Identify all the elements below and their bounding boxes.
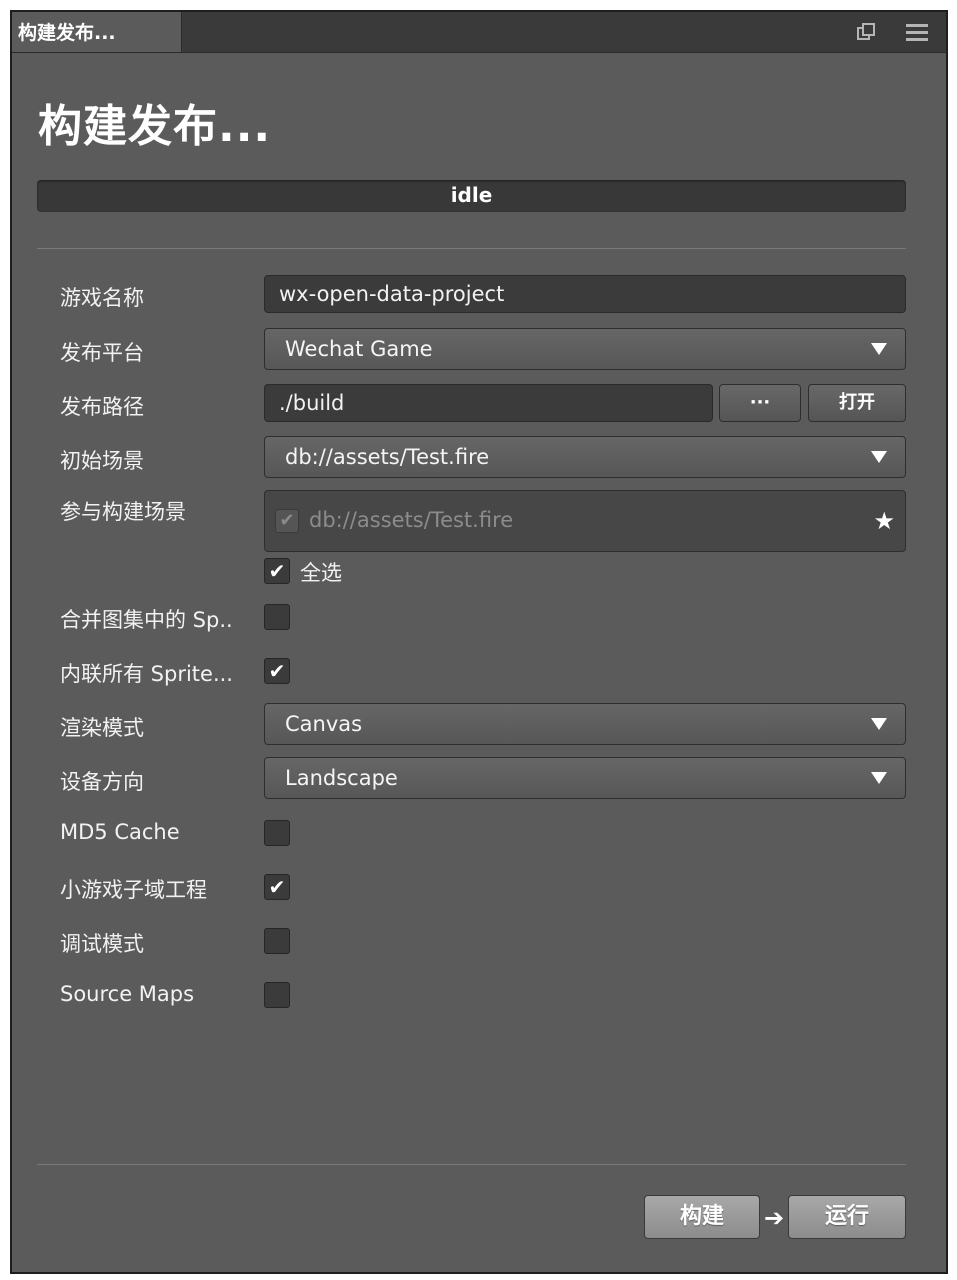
- chevron-down-icon: [871, 343, 887, 355]
- tab-bar: 构建发布...: [12, 12, 946, 53]
- platform-value: Wechat Game: [285, 337, 433, 361]
- render-mode-select[interactable]: Canvas: [264, 703, 906, 745]
- scene-checkbox[interactable]: ✔: [275, 509, 299, 533]
- merge-sprites-checkbox[interactable]: [264, 604, 290, 630]
- chevron-down-icon: [871, 772, 887, 784]
- orientation-select[interactable]: Landscape: [264, 757, 906, 799]
- page-title: 构建发布...: [38, 101, 272, 152]
- subdomain-label: 小游戏子域工程: [60, 878, 207, 902]
- scene-item: db://assets/Test.fire: [309, 508, 514, 532]
- build-panel: 构建发布... 构建发布... idle 游戏名称 wx-open-data-p…: [10, 10, 948, 1274]
- inline-sprites-label: 内联所有 Sprite...: [60, 662, 233, 686]
- browse-button[interactable]: ···: [719, 384, 801, 422]
- md5-cache-label: MD5 Cache: [60, 820, 180, 844]
- arrow-right-icon: ➔: [764, 1204, 785, 1232]
- game-name-input[interactable]: wx-open-data-project: [264, 275, 906, 313]
- popout-window-icon[interactable]: [856, 22, 876, 42]
- open-folder-button[interactable]: 打开: [808, 384, 906, 422]
- start-scene-value: db://assets/Test.fire: [285, 445, 490, 469]
- scenes-label: 参与构建场景: [60, 500, 186, 524]
- inline-sprites-checkbox[interactable]: ✔: [264, 658, 290, 684]
- chevron-down-icon: [871, 718, 887, 730]
- divider: [37, 1164, 906, 1165]
- build-path-input[interactable]: ./build: [264, 384, 713, 422]
- source-maps-checkbox[interactable]: [264, 982, 290, 1008]
- game-name-label: 游戏名称: [60, 286, 144, 310]
- merge-sprites-label: 合并图集中的 Sp..: [60, 608, 233, 632]
- run-button[interactable]: 运行: [788, 1195, 906, 1239]
- subdomain-checkbox[interactable]: ✔: [264, 874, 290, 900]
- divider: [37, 248, 906, 249]
- select-all-label: 全选: [300, 561, 342, 585]
- star-icon[interactable]: ★: [873, 509, 895, 533]
- select-all-checkbox[interactable]: ✔: [264, 558, 290, 584]
- source-maps-label: Source Maps: [60, 982, 195, 1006]
- tab-build-publish[interactable]: 构建发布...: [12, 12, 182, 52]
- render-mode-value: Canvas: [285, 712, 363, 736]
- debug-label: 调试模式: [60, 932, 144, 956]
- status-bar: idle: [37, 180, 906, 212]
- build-button[interactable]: 构建: [644, 1195, 760, 1239]
- platform-label: 发布平台: [60, 341, 144, 365]
- debug-checkbox[interactable]: [264, 928, 290, 954]
- start-scene-select[interactable]: db://assets/Test.fire: [264, 436, 906, 478]
- chevron-down-icon: [871, 451, 887, 463]
- build-path-label: 发布路径: [60, 395, 144, 419]
- start-scene-label: 初始场景: [60, 449, 144, 473]
- hamburger-menu-icon[interactable]: [906, 22, 928, 42]
- orientation-label: 设备方向: [60, 770, 144, 794]
- md5-cache-checkbox[interactable]: [264, 820, 290, 846]
- platform-select[interactable]: Wechat Game: [264, 328, 906, 370]
- orientation-value: Landscape: [285, 766, 398, 790]
- render-mode-label: 渲染模式: [60, 716, 144, 740]
- scene-list: ✔ db://assets/Test.fire ★: [264, 490, 906, 552]
